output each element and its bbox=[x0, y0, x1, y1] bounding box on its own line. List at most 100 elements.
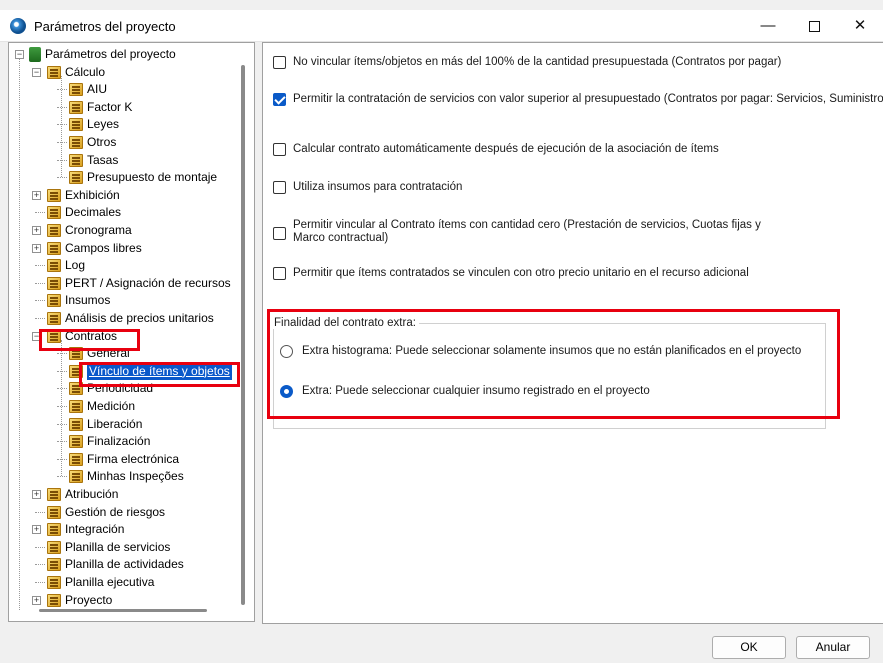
tree-connector bbox=[57, 106, 67, 108]
tree-item-label: Planilla de actividades bbox=[65, 557, 184, 572]
tree-connector bbox=[57, 405, 67, 407]
folder-icon bbox=[69, 118, 83, 132]
tree-connector bbox=[57, 177, 67, 179]
project-root-icon bbox=[29, 47, 41, 62]
folder-icon bbox=[69, 470, 83, 484]
tree-guide-line bbox=[61, 75, 62, 178]
tree-connector bbox=[35, 511, 45, 513]
checkbox[interactable] bbox=[273, 227, 286, 240]
tree-item-label: Planilla ejecutiva bbox=[65, 574, 155, 589]
checkbox[interactable] bbox=[273, 181, 286, 194]
folder-icon bbox=[47, 593, 61, 607]
tree-item-label: Exhibición bbox=[65, 187, 120, 202]
folder-icon bbox=[69, 417, 83, 431]
tree-item-label: Medición bbox=[87, 398, 136, 413]
option-label: Permitir vincular al Contrato ítems con … bbox=[293, 219, 761, 231]
ok-button[interactable]: OK bbox=[712, 636, 786, 659]
folder-icon bbox=[47, 311, 61, 325]
tree-item-label: Análisis de precios unitarios bbox=[65, 310, 214, 325]
folder-icon bbox=[47, 188, 61, 202]
expand-icon[interactable]: + bbox=[32, 489, 41, 499]
folder-icon bbox=[47, 540, 61, 554]
tree-item-label: Insumos bbox=[65, 293, 111, 308]
tree-connector bbox=[57, 388, 67, 390]
expand-icon[interactable]: + bbox=[32, 525, 41, 535]
tree-connector bbox=[35, 212, 45, 214]
tree-item-label: Decimales bbox=[65, 205, 122, 220]
tree-guide-line bbox=[61, 339, 62, 477]
folder-icon bbox=[47, 575, 61, 589]
tree-item-label: Gestión de riesgos bbox=[65, 504, 166, 519]
tree-root-label: Parámetros del proyecto bbox=[45, 47, 176, 61]
folder-icon bbox=[47, 487, 61, 501]
tree-connector bbox=[35, 546, 45, 548]
folder-icon bbox=[47, 558, 61, 572]
folder-icon bbox=[47, 241, 61, 255]
folder-icon bbox=[47, 259, 61, 273]
expand-icon[interactable]: + bbox=[32, 243, 41, 253]
tree-item-label: Tasas bbox=[87, 152, 119, 167]
tree-connector bbox=[57, 89, 67, 91]
folder-icon bbox=[47, 206, 61, 220]
tree-item-label: Finalización bbox=[87, 434, 151, 449]
folder-icon bbox=[69, 435, 83, 449]
expand-icon[interactable]: + bbox=[32, 225, 41, 235]
tree-item-label: Otros bbox=[87, 134, 117, 149]
collapse-icon[interactable]: − bbox=[32, 67, 41, 77]
highlight-vinculo bbox=[79, 362, 240, 387]
expand-icon[interactable]: + bbox=[32, 190, 41, 200]
tree-vertical-scrollbar[interactable] bbox=[241, 65, 245, 605]
maximize-button[interactable] bbox=[791, 10, 837, 42]
option-label: Utiliza insumos para contratación bbox=[293, 181, 463, 193]
folder-icon bbox=[69, 135, 83, 149]
tree-item-label: Cronograma bbox=[65, 222, 132, 237]
folder-icon bbox=[69, 171, 83, 185]
tree-horizontal-scrollbar[interactable] bbox=[39, 609, 207, 612]
tree-connector bbox=[57, 476, 67, 478]
app-icon bbox=[10, 18, 26, 34]
close-button[interactable]: ✕ bbox=[837, 10, 883, 42]
tree-item-label: Factor K bbox=[87, 99, 133, 114]
maximize-icon bbox=[808, 20, 820, 32]
tree-connector bbox=[57, 423, 67, 425]
option-label-line2: Marco contractual) bbox=[293, 232, 389, 244]
checkbox[interactable] bbox=[273, 143, 286, 156]
expand-icon[interactable]: + bbox=[32, 595, 41, 605]
tree-item-label: PERT / Asignación de recursos bbox=[65, 275, 231, 290]
highlight-contratos bbox=[39, 329, 140, 351]
tree-item-label: Firma electrónica bbox=[87, 451, 180, 466]
minimize-button[interactable]: — bbox=[745, 10, 791, 42]
checkbox[interactable] bbox=[273, 56, 286, 69]
tree-connector bbox=[57, 141, 67, 143]
folder-icon bbox=[47, 276, 61, 290]
folder-icon bbox=[47, 505, 61, 519]
tree-connector bbox=[35, 317, 45, 319]
option-label: Calcular contrato automáticamente despué… bbox=[293, 143, 719, 155]
tree-item-label: AIU bbox=[87, 82, 108, 97]
tree-item-label: Leyes bbox=[87, 117, 120, 132]
tree-connector bbox=[57, 353, 67, 355]
tree-item-label: Proyecto bbox=[65, 592, 113, 607]
tree-item-label: Cálculo bbox=[65, 64, 106, 79]
collapse-icon[interactable]: − bbox=[15, 50, 24, 59]
tree-item-label: Log bbox=[65, 258, 86, 273]
folder-icon bbox=[69, 153, 83, 167]
tree-connector bbox=[57, 441, 67, 443]
tree-connector bbox=[57, 159, 67, 161]
folder-icon bbox=[69, 83, 83, 97]
option-label: Permitir que ítems contratados se vincul… bbox=[293, 267, 749, 279]
highlight-extra-group bbox=[267, 309, 840, 419]
tree-item-label: Liberación bbox=[87, 416, 143, 431]
folder-icon bbox=[69, 452, 83, 466]
cancel-button[interactable]: Anular bbox=[796, 636, 870, 659]
title-bar: Parámetros del proyecto — ✕ bbox=[0, 10, 883, 42]
checkbox-checked[interactable] bbox=[273, 93, 286, 106]
folder-icon bbox=[69, 399, 83, 413]
checkbox[interactable] bbox=[273, 267, 286, 280]
folder-icon bbox=[47, 223, 61, 237]
tree-item-label: Planilla de servicios bbox=[65, 539, 171, 554]
folder-icon bbox=[47, 65, 61, 79]
project-parameters-window: Parámetros del proyecto — ✕ − Parámetros… bbox=[0, 0, 883, 663]
tree-connector bbox=[57, 124, 67, 126]
folder-icon bbox=[69, 100, 83, 114]
